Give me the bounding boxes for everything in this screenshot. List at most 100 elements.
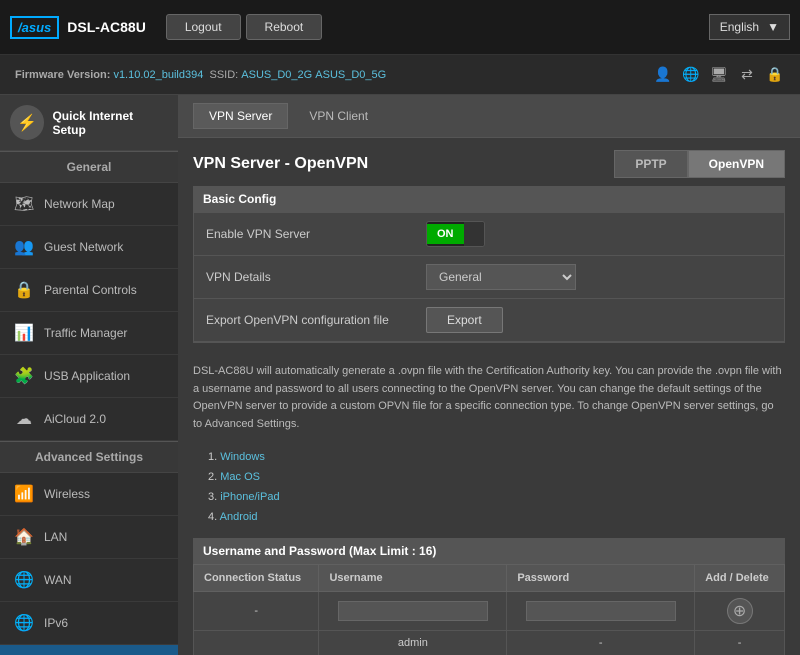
status-bar: Firmware Version: v1.10.02_build394 SSID… [0,55,800,95]
tab-vpn-client[interactable]: VPN Client [293,103,384,129]
wan-icon: 🌐 [12,568,36,592]
protocol-tabs: PPTP OpenVPN [614,150,785,178]
globe-icon: 🌐 [681,65,701,85]
enable-vpn-row: Enable VPN Server ON [194,213,784,256]
android-link[interactable]: Android [220,511,258,523]
col-add-delete: Add / Delete [695,564,785,591]
description-links: 1. Windows 2. Mac OS 3. iPhone/iPad 4. A… [178,443,800,537]
export-config-label: Export OpenVPN configuration file [206,313,426,327]
usb-app-icon: 🧩 [12,364,36,388]
iphone-link[interactable]: iPhone/iPad [220,491,279,503]
sidebar-item-label: Wireless [44,487,90,501]
col-username: Username [319,564,507,591]
network-map-icon: 🗺 [12,192,36,216]
sidebar-item-parental-controls[interactable]: 🔒 Parental Controls [0,269,178,312]
chevron-down-icon: ▼ [767,20,779,34]
sidebar-item-label: WAN [44,573,72,587]
username-input[interactable] [338,601,488,621]
sidebar-item-label: Parental Controls [44,283,137,297]
vpn-details-select[interactable]: General [426,264,576,290]
lock-icon: 🔒 [765,65,785,85]
sidebar-item-wireless[interactable]: 📶 Wireless [0,473,178,516]
openvpn-tab[interactable]: OpenVPN [688,150,785,178]
sidebar-item-label: Guest Network [44,240,123,254]
vpn-details-row: VPN Details General [194,256,784,299]
row2-action: - [695,630,785,655]
user-password-header: Username and Password (Max Limit : 16) [193,538,785,564]
enable-vpn-label: Enable VPN Server [206,227,426,241]
basic-config-section: Basic Config Enable VPN Server ON VPN De… [193,186,785,343]
status-icons: 👤 🌐 🖥 ⇄ 🔒 [653,65,785,85]
tab-vpn-server[interactable]: VPN Server [193,103,288,129]
sidebar-item-label: Network Map [44,197,115,211]
header: /asus DSL-AC88U Logout Reboot English ▼ [0,0,800,55]
password-input[interactable] [526,601,676,621]
row2-username: admin [319,630,507,655]
quick-setup-icon: ⚡ [10,105,44,140]
basic-config-body: Enable VPN Server ON VPN Details General [193,212,785,343]
ssid-2g[interactable]: ASUS_D0_2G [241,69,312,81]
ssid-5g[interactable]: ASUS_D0_5G [315,69,386,81]
sidebar-item-traffic-manager[interactable]: 📊 Traffic Manager [0,312,178,355]
asus-logo: /asus [10,16,59,39]
row1-action: ⊕ [695,591,785,630]
link-macos: 2. Mac OS [208,468,785,488]
model-name: DSL-AC88U [67,19,146,35]
sidebar-item-aicloud[interactable]: ☁ AiCloud 2.0 [0,398,178,441]
sidebar-item-label: Traffic Manager [44,326,127,340]
network-icon: 🖥 [709,65,729,85]
vpn-toggle[interactable]: ON [426,221,485,247]
enable-vpn-control: ON [426,221,772,247]
language-selector[interactable]: English ▼ [709,14,790,40]
sidebar: ⚡ Quick Internet Setup General 🗺 Network… [0,95,178,655]
table-row: - ⊕ [194,591,785,630]
advanced-section-label: Advanced Settings [0,441,178,473]
link-windows: 1. Windows [208,448,785,468]
row1-username-cell [319,591,507,630]
windows-link[interactable]: Windows [220,451,265,463]
export-button[interactable]: Export [426,307,503,333]
sidebar-item-vpn[interactable]: 🔗 VPN [0,645,178,655]
header-buttons: Logout Reboot [166,14,322,40]
link-android: 4. Android [208,508,785,528]
macos-link[interactable]: Mac OS [220,471,260,483]
vpn-details-label: VPN Details [206,270,426,284]
toggle-on-label: ON [427,224,464,244]
ipv6-icon: 🌐 [12,611,36,635]
row1-status: - [194,591,319,630]
sidebar-item-usb-application[interactable]: 🧩 USB Application [0,355,178,398]
add-user-button[interactable]: ⊕ [727,598,753,624]
logout-button[interactable]: Logout [166,14,241,40]
link-iphone: 3. iPhone/iPad [208,488,785,508]
main-layout: ⚡ Quick Internet Setup General 🗺 Network… [0,95,800,655]
description-text: DSL-AC88U will automatically generate a … [178,353,800,443]
brand: /asus DSL-AC88U [10,16,146,39]
sidebar-item-wan[interactable]: 🌐 WAN [0,559,178,602]
sidebar-item-network-map[interactable]: 🗺 Network Map [0,183,178,226]
sidebar-item-ipv6[interactable]: 🌐 IPv6 [0,602,178,645]
sidebar-item-label: AiCloud 2.0 [44,412,106,426]
quick-setup-label: Quick Internet Setup [52,109,168,137]
user-password-table: Connection Status Username Password Add … [193,564,785,655]
ssid-label: SSID: [209,69,238,81]
table-row: admin - - [194,630,785,655]
aicloud-icon: ☁ [12,407,36,431]
page-title: VPN Server - OpenVPN PPTP OpenVPN [178,138,800,186]
reboot-button[interactable]: Reboot [246,14,323,40]
sidebar-item-lan[interactable]: 🏠 LAN [0,516,178,559]
export-config-row: Export OpenVPN configuration file Export [194,299,784,342]
user-password-section: Username and Password (Max Limit : 16) C… [193,538,785,655]
quick-internet-setup[interactable]: ⚡ Quick Internet Setup [0,95,178,151]
content-area: VPN Server VPN Client VPN Server - OpenV… [178,95,800,655]
col-password: Password [507,564,695,591]
general-section-label: General [0,151,178,183]
wireless-icon: 📶 [12,482,36,506]
user-status-icon: 👤 [653,65,673,85]
firmware-label: Firmware Version: [15,69,110,81]
sidebar-item-guest-network[interactable]: 👥 Guest Network [0,226,178,269]
pptp-tab[interactable]: PPTP [614,150,687,178]
firmware-version[interactable]: v1.10.02_build394 [113,69,203,81]
row2-password: - [507,630,695,655]
usb-icon: ⇄ [737,65,757,85]
sidebar-item-label: USB Application [44,369,130,383]
